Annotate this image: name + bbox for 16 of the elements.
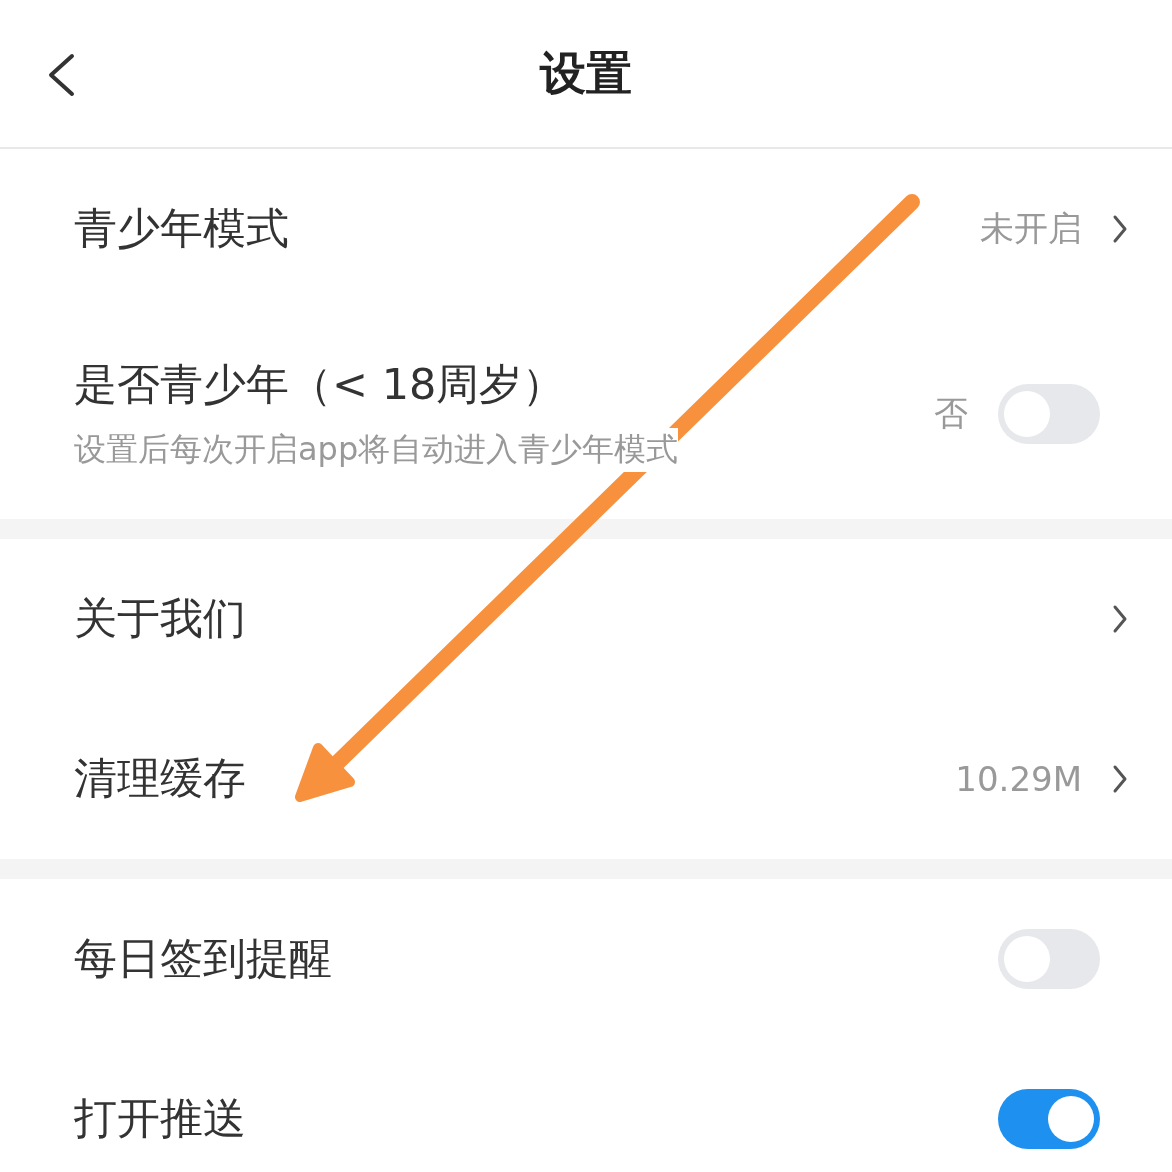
- chevron-right-icon[interactable]: [1112, 604, 1128, 634]
- setting-value: 未开启: [980, 207, 1082, 250]
- chevron-right-icon[interactable]: [1112, 764, 1128, 794]
- setting-description: 设置后每次开启app将自动进入青少年模式: [74, 428, 679, 472]
- back-icon[interactable]: [46, 53, 76, 97]
- setting-label: 打开推送: [74, 1092, 246, 1145]
- setting-label: 每日签到提醒: [74, 932, 332, 985]
- chevron-right-icon[interactable]: [1112, 214, 1128, 244]
- setting-label: 关于我们: [74, 592, 246, 645]
- setting-label: 青少年模式: [74, 202, 289, 255]
- setting-value: 10.29M: [955, 759, 1082, 799]
- setting-label: 是否青少年（< 18周岁）: [74, 358, 567, 411]
- toggle-switch[interactable]: [998, 1089, 1100, 1149]
- setting-value: 否: [934, 392, 968, 435]
- page-title: 设置: [540, 44, 632, 102]
- setting-label: 清理缓存: [74, 752, 246, 805]
